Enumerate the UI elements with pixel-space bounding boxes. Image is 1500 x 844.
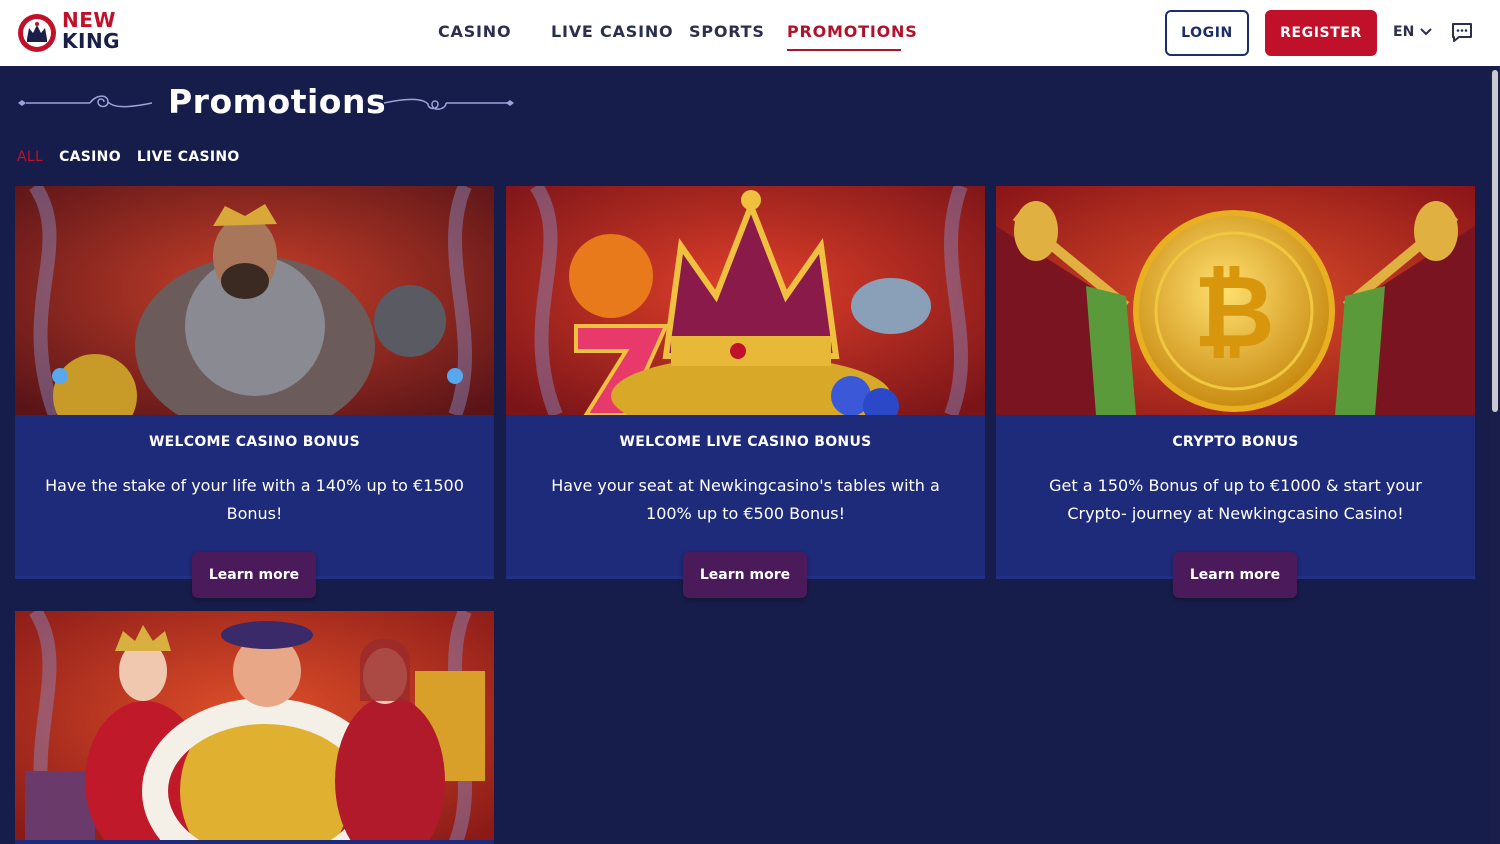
crown-crest-icon bbox=[18, 14, 56, 52]
filter-all[interactable]: ALL bbox=[17, 149, 43, 165]
chat-icon[interactable] bbox=[1450, 21, 1474, 45]
nav-sports[interactable]: SPORTS bbox=[689, 22, 765, 41]
top-header: NEW KING CASINO LIVE CASINO SPORTS PROMO… bbox=[0, 0, 1500, 66]
promo-card: WELCOME CASINO BONUS Have the stake of y… bbox=[15, 186, 494, 598]
nav-active-indicator bbox=[787, 49, 901, 51]
chevron-down-icon bbox=[1420, 28, 1432, 36]
learn-more-button[interactable]: Learn more bbox=[1173, 552, 1297, 598]
promo-description: Have the stake of your life with a 140% … bbox=[45, 476, 464, 523]
brand-line2: KING bbox=[62, 29, 121, 53]
promo-image-royal-court bbox=[15, 611, 494, 840]
learn-more-button[interactable]: Learn more bbox=[192, 552, 316, 598]
promotion-filters: ALL CASINO LIVE CASINO bbox=[17, 149, 240, 165]
learn-more-button[interactable]: Learn more bbox=[683, 552, 807, 598]
promo-title: CRYPTO BONUS bbox=[1172, 434, 1299, 450]
promo-image-bitcoin-trumpets: ₿ bbox=[996, 186, 1475, 415]
promo-card: WELCOME LIVE CASINO BONUS Have your seat… bbox=[506, 186, 985, 598]
filter-live-casino[interactable]: LIVE CASINO bbox=[137, 149, 240, 165]
language-selector[interactable]: EN bbox=[1393, 24, 1432, 40]
login-button[interactable]: LOGIN bbox=[1165, 10, 1249, 56]
nav-promotions[interactable]: PROMOTIONS bbox=[787, 22, 918, 41]
scrollbar-thumb[interactable] bbox=[1492, 70, 1498, 412]
page-title: Promotions bbox=[168, 82, 387, 121]
nav-live-casino[interactable]: LIVE CASINO bbox=[551, 22, 673, 41]
promo-card: ₿ CRYPTO BONUS Get a 150% Bonus of up to… bbox=[996, 186, 1475, 598]
page-scrollbar[interactable] bbox=[1490, 66, 1500, 844]
filter-casino[interactable]: CASINO bbox=[59, 149, 121, 165]
svg-text:₿: ₿ bbox=[1193, 253, 1275, 370]
register-button[interactable]: REGISTER bbox=[1265, 10, 1377, 56]
promo-image-king-warrior bbox=[15, 186, 494, 415]
nav-casino[interactable]: CASINO bbox=[438, 22, 511, 41]
brand-wordmark: NEW KING bbox=[62, 10, 132, 52]
brand-logo[interactable]: NEW KING bbox=[16, 10, 126, 56]
promo-description: Have your seat at Newkingcasino's tables… bbox=[551, 476, 940, 523]
ornament-right-icon bbox=[383, 98, 514, 110]
promo-image-crown-seven bbox=[506, 186, 985, 415]
brand-line1: NEW bbox=[62, 8, 116, 32]
promo-description: Get a 150% Bonus of up to €1000 & start … bbox=[1049, 476, 1422, 523]
language-code: EN bbox=[1393, 24, 1415, 40]
promo-card bbox=[15, 611, 494, 844]
page-title-block: Promotions bbox=[16, 82, 521, 126]
promo-title: WELCOME CASINO BONUS bbox=[148, 434, 361, 450]
ornament-left-icon bbox=[18, 95, 153, 108]
promo-title: WELCOME LIVE CASINO BONUS bbox=[619, 434, 872, 450]
